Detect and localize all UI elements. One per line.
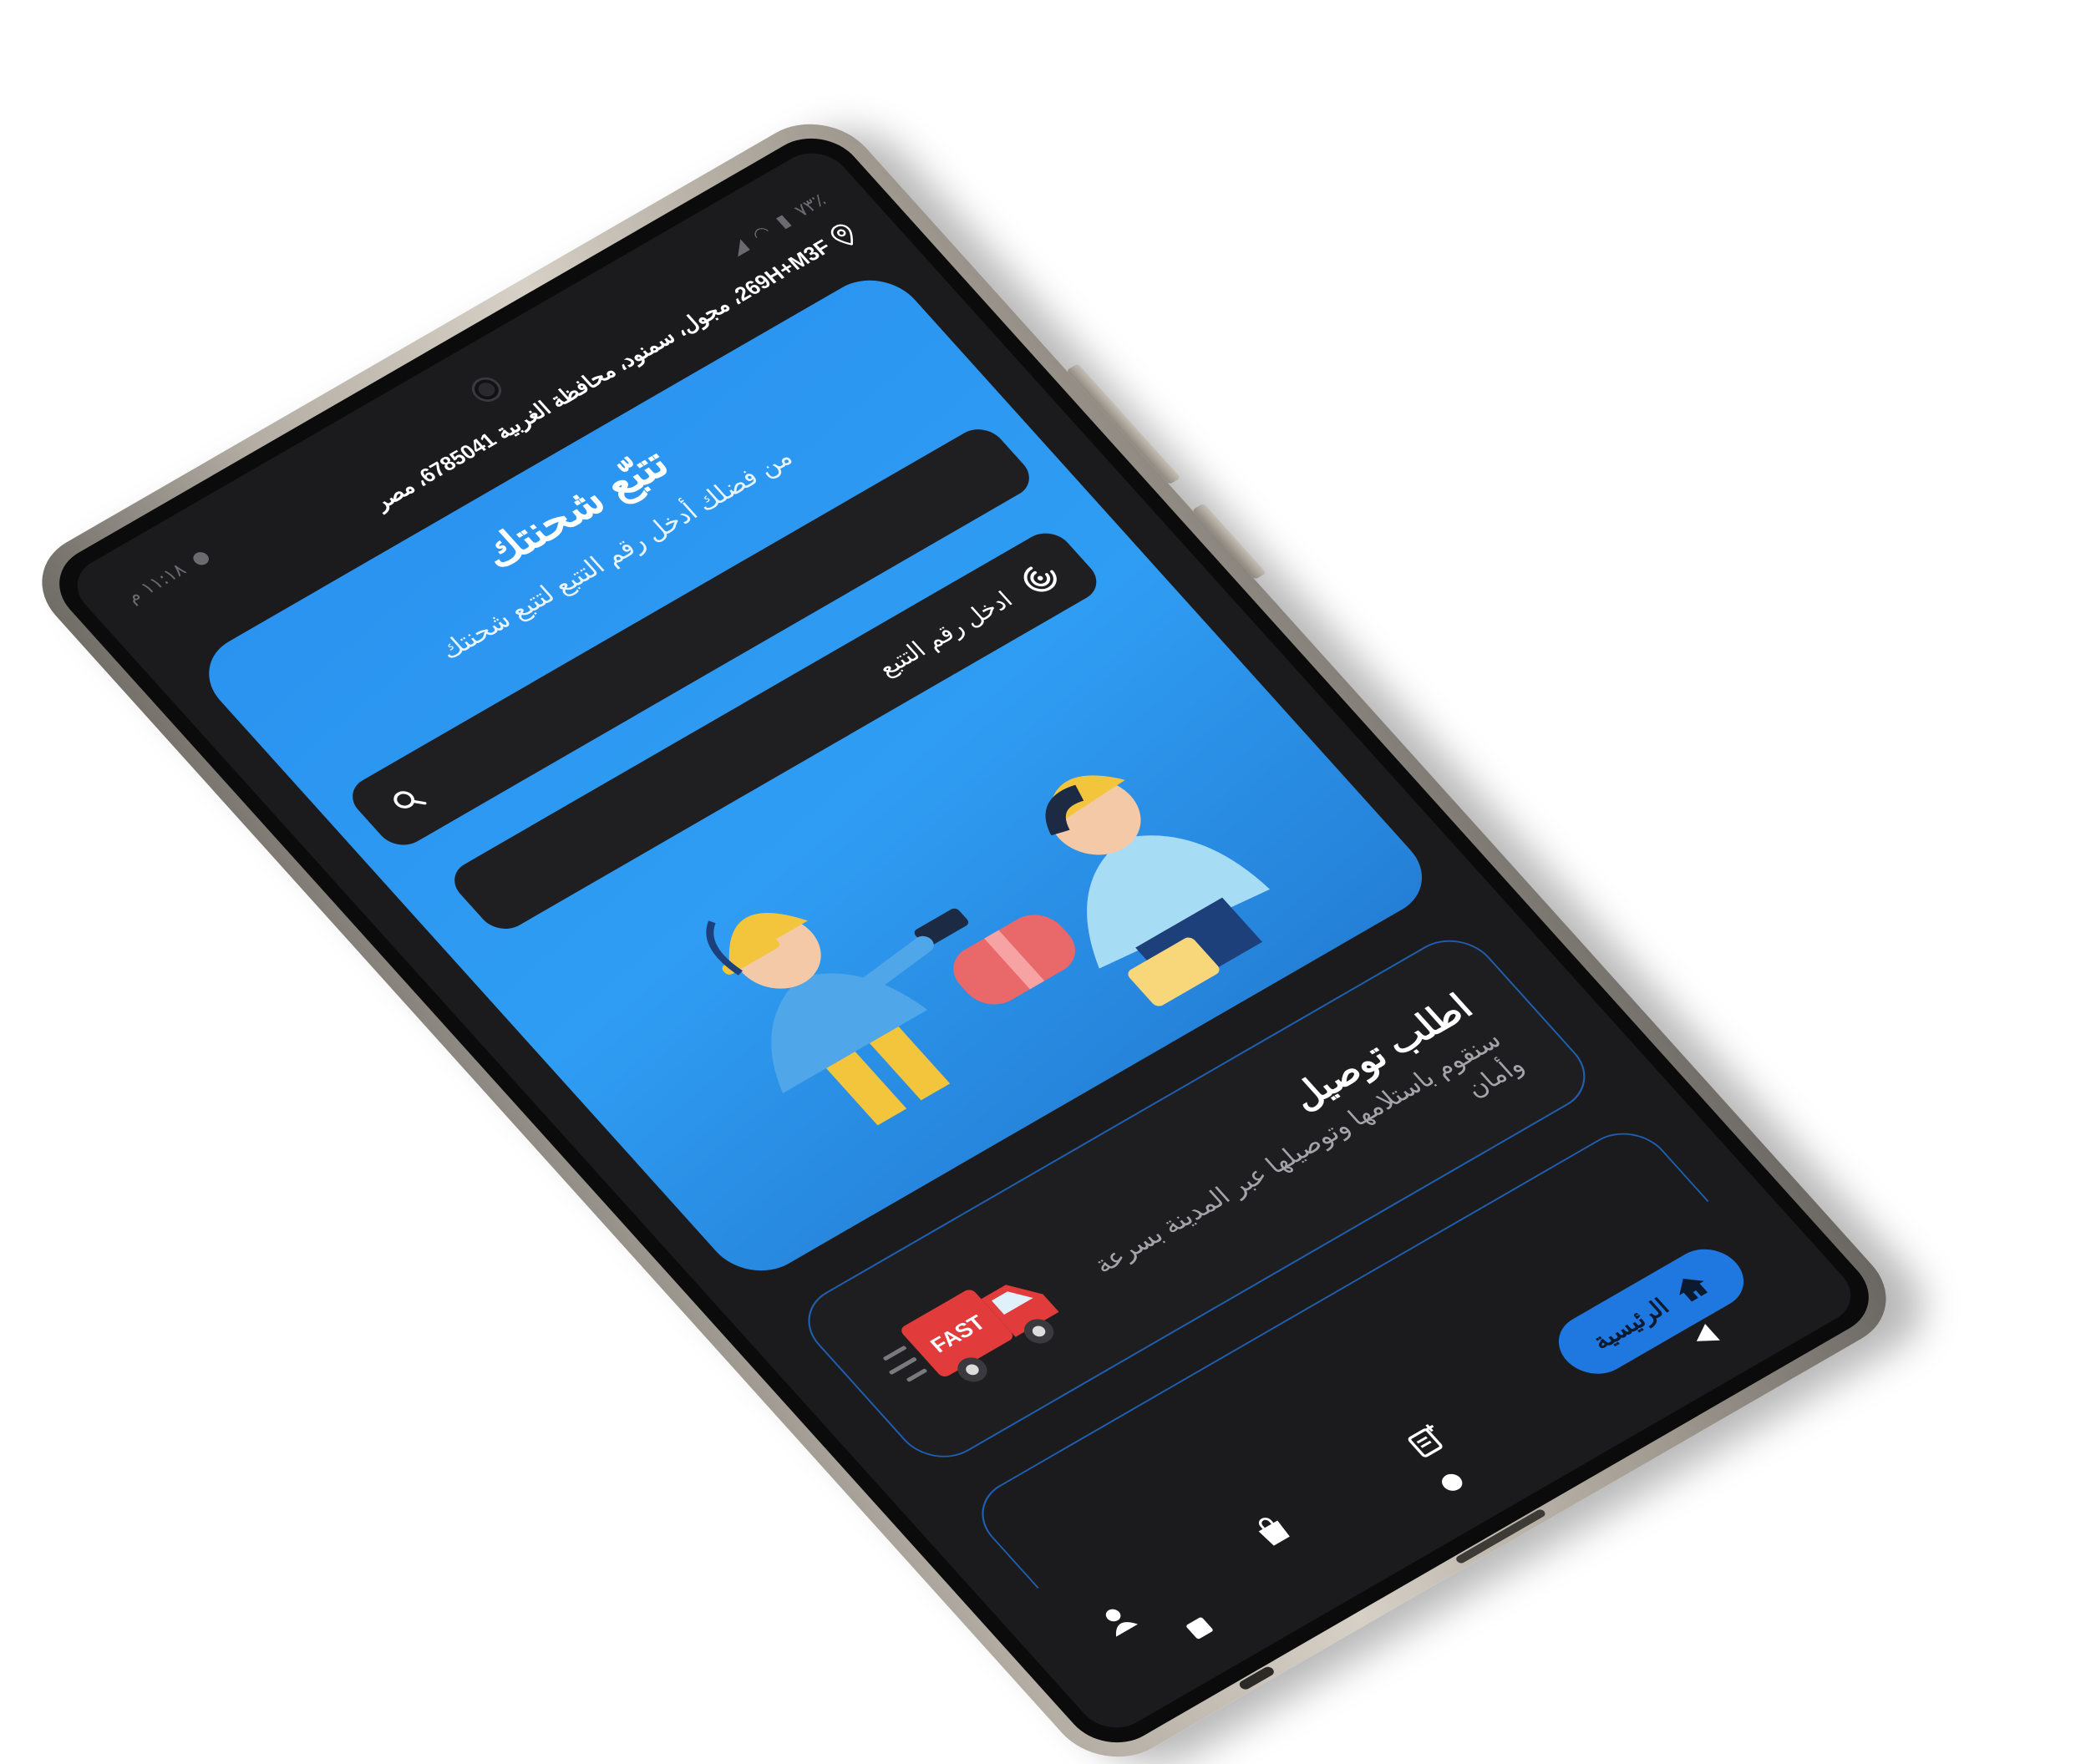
stage: ١١:١٨ م ● ◢ ◠ ▮ ٧٣٪ 269H+M3F، مجول، سمنو…: [0, 0, 2096, 1764]
home-circle-icon[interactable]: [1425, 1460, 1479, 1504]
back-triangle-icon[interactable]: [1677, 1315, 1732, 1359]
scan-label: ادخل رقم التتبع: [871, 586, 1018, 681]
fast-truck-icon: FAST: [883, 1285, 1059, 1382]
wifi-icon: ◠: [747, 221, 776, 246]
scan-icon: [1023, 566, 1057, 592]
recent-square-icon[interactable]: [1172, 1606, 1226, 1650]
battery-level: ٧٣٪: [790, 190, 831, 221]
location-pin-icon: [830, 224, 853, 246]
status-time: ١١:١٨ م: [121, 560, 190, 607]
signal-icon: ◢: [725, 236, 752, 259]
battery-icon: ▮: [771, 210, 795, 232]
receiver-figure: [953, 775, 1271, 1006]
phone-device: ١١:١٨ م ● ◢ ◠ ▮ ٧٣٪ 269H+M3F، مجول، سمنو…: [16, 104, 1912, 1764]
notification-icon: ●: [185, 545, 215, 570]
screen: ١١:١٨ م ● ◢ ◠ ▮ ٧٣٪ 269H+M3F، مجول، سمنو…: [62, 141, 1866, 1740]
